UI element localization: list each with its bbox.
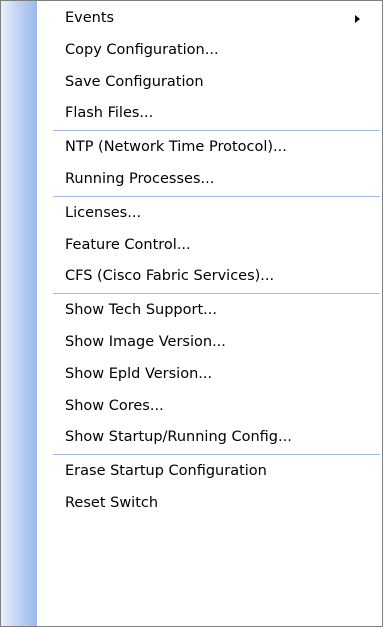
menu-item-label: Events [65, 10, 115, 26]
menu-item-show-startup-running-config[interactable]: Show Startup/Running Config... [1, 422, 382, 454]
menu-item-licenses[interactable]: Licenses... [1, 198, 382, 230]
menu-item-label: NTP (Network Time Protocol)... [65, 139, 287, 156]
menu-item-label: Show Startup/Running Config... [65, 429, 292, 446]
menu-item-cfs[interactable]: CFS (Cisco Fabric Services)... [1, 261, 382, 293]
menu-item-copy-configuration[interactable]: Copy Configuration... [1, 35, 382, 67]
menu-item-ntp[interactable]: NTP (Network Time Protocol)... [1, 132, 382, 164]
menu-item-label: Show Tech Support... [65, 302, 217, 319]
menu-item-label: Reset Switch [65, 494, 159, 511]
context-menu: Events Copy Configuration... Save Config… [0, 0, 383, 627]
menu-item-running-processes[interactable]: Running Processes... [1, 164, 382, 196]
menu-item-events[interactable]: Events [1, 3, 382, 35]
menu-item-flash-files[interactable]: Flash Files... [1, 98, 382, 130]
menu-item-save-configuration[interactable]: Save Configuration [1, 67, 382, 99]
menu-item-label: Licenses... [65, 204, 142, 221]
menu-item-reset-switch[interactable]: Reset Switch [1, 488, 382, 520]
menu-item-label: CFS (Cisco Fabric Services)... [65, 268, 275, 285]
submenu-arrow-icon [355, 15, 360, 23]
menu-item-label: Save Configuration [65, 73, 204, 90]
menu-item-label: Erase Startup Configuration [65, 463, 267, 480]
menu-item-show-image-version[interactable]: Show Image Version... [1, 327, 382, 359]
menu-item-feature-control[interactable]: Feature Control... [1, 230, 382, 262]
menu-item-show-cores[interactable]: Show Cores... [1, 391, 382, 423]
menu-item-label: Show Epld Version... [65, 365, 213, 382]
menu-item-label: Copy Configuration... [65, 41, 219, 58]
menu-item-show-tech-support[interactable]: Show Tech Support... [1, 295, 382, 327]
menu-item-label: Show Cores... [65, 397, 164, 414]
menu-items: Events Copy Configuration... Save Config… [1, 3, 382, 520]
menu-item-label: Feature Control... [65, 236, 191, 253]
menu-item-label: Show Image Version... [65, 333, 226, 350]
menu-item-erase-startup-configuration[interactable]: Erase Startup Configuration [1, 456, 382, 488]
menu-item-label: Running Processes... [65, 170, 215, 187]
menu-item-label: Flash Files... [65, 105, 154, 122]
menu-item-show-epld-version[interactable]: Show Epld Version... [1, 359, 382, 391]
